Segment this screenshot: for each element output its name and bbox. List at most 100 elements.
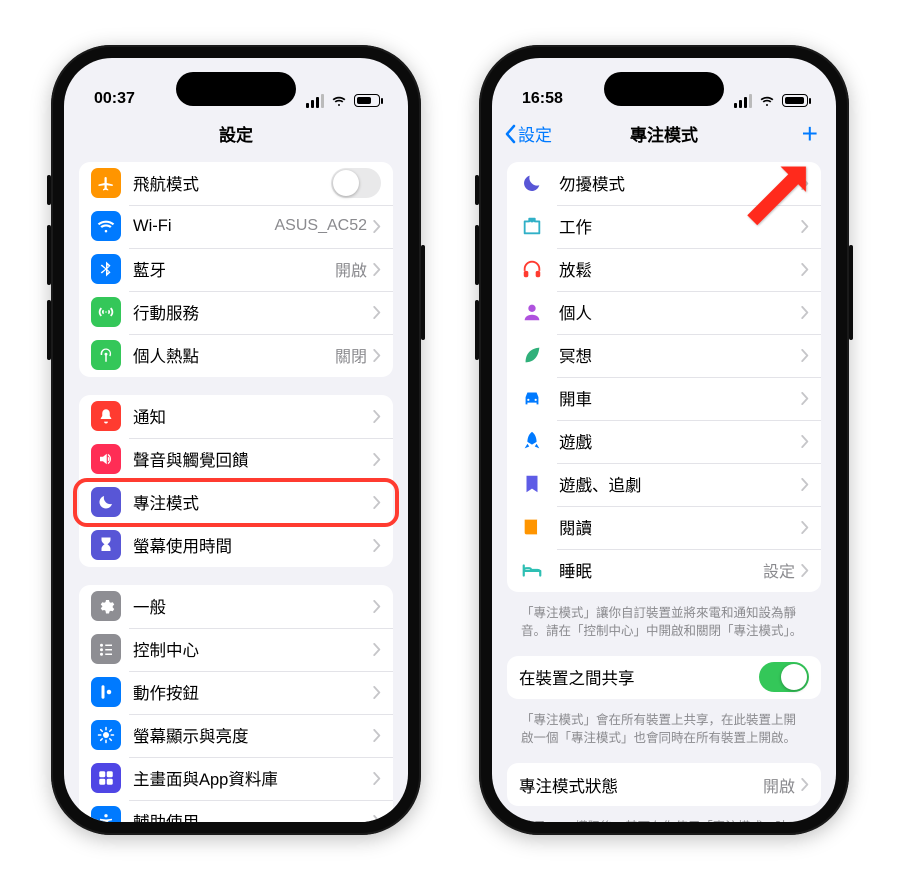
chevron-right-icon bbox=[373, 263, 381, 276]
row-airplane[interactable]: 飛航模式 bbox=[79, 162, 393, 205]
bluetooth-icon bbox=[91, 254, 121, 284]
row-hourglass[interactable]: 螢幕使用時間 bbox=[79, 524, 393, 567]
row-value: 關閉 bbox=[335, 343, 367, 367]
row-accessibility[interactable]: 輔助使用 bbox=[79, 800, 393, 822]
row-action[interactable]: 動作按鈕 bbox=[79, 671, 393, 714]
row-label: 螢幕顯示與亮度 bbox=[133, 723, 373, 747]
chevron-right-icon bbox=[373, 772, 381, 785]
row-label: 動作按鈕 bbox=[133, 680, 373, 704]
group-notifications: 通知 聲音與觸覺回饋 專注模式 螢幕使用時間 bbox=[79, 395, 393, 567]
screen-left: 00:37 設定 飛航模式 Wi-Fi ASUS_AC52 藍牙 開啟 行動服務 bbox=[64, 58, 408, 822]
battery-icon bbox=[782, 94, 808, 107]
status-time: 00:37 bbox=[94, 90, 135, 108]
chevron-right-icon bbox=[373, 600, 381, 613]
wifi-icon bbox=[91, 211, 121, 241]
chevron-right-icon bbox=[801, 306, 809, 319]
row-leaf[interactable]: 冥想 bbox=[507, 334, 821, 377]
action-icon bbox=[91, 677, 121, 707]
row-bluetooth[interactable]: 藍牙 開啟 bbox=[79, 248, 393, 291]
add-button[interactable]: + bbox=[802, 112, 818, 156]
chevron-right-icon bbox=[373, 349, 381, 362]
row-label: 睡眠 bbox=[559, 558, 763, 582]
row-value: 開啟 bbox=[763, 773, 795, 797]
row-bed[interactable]: 睡眠 設定 bbox=[507, 549, 821, 592]
red-arrow-annotation bbox=[709, 155, 819, 265]
briefcase-icon bbox=[519, 213, 545, 239]
group-connectivity: 飛航模式 Wi-Fi ASUS_AC52 藍牙 開啟 行動服務 個人熱點 關閉 bbox=[79, 162, 393, 377]
bookmark-icon bbox=[519, 471, 545, 497]
car-icon bbox=[519, 385, 545, 411]
row-wifi[interactable]: Wi-Fi ASUS_AC52 bbox=[79, 205, 393, 248]
row-moon[interactable]: 專注模式 bbox=[79, 481, 393, 524]
row-book[interactable]: 閱讀 bbox=[507, 506, 821, 549]
row-label: 螢幕使用時間 bbox=[133, 533, 373, 557]
chevron-right-icon bbox=[801, 435, 809, 448]
row-car[interactable]: 開車 bbox=[507, 377, 821, 420]
person-icon bbox=[519, 299, 545, 325]
chevron-right-icon bbox=[801, 778, 809, 791]
row-gear[interactable]: 一般 bbox=[79, 585, 393, 628]
row-label: 專注模式狀態 bbox=[519, 773, 763, 797]
row-bell[interactable]: 通知 bbox=[79, 395, 393, 438]
navbar: 設定 bbox=[64, 112, 408, 156]
hotspot-icon bbox=[91, 340, 121, 370]
row-label: 專注模式 bbox=[133, 490, 373, 514]
row-label: 通知 bbox=[133, 404, 373, 428]
airplane-icon bbox=[91, 168, 121, 198]
row-grid[interactable]: 主畫面與App資料庫 bbox=[79, 757, 393, 800]
row-label: 聲音與觸覺回饋 bbox=[133, 447, 373, 471]
row-label: 輔助使用 bbox=[133, 809, 373, 822]
row-label: 閱讀 bbox=[559, 515, 801, 539]
row-value: ASUS_AC52 bbox=[275, 217, 368, 235]
toggle-airplane[interactable] bbox=[331, 168, 381, 198]
chevron-right-icon bbox=[373, 686, 381, 699]
chevron-right-icon bbox=[373, 539, 381, 552]
chevron-right-icon bbox=[373, 815, 381, 822]
row-label: 飛航模式 bbox=[133, 171, 331, 195]
row-rocket[interactable]: 遊戲 bbox=[507, 420, 821, 463]
row-label: 冥想 bbox=[559, 343, 801, 367]
row-hotspot[interactable]: 個人熱點 關閉 bbox=[79, 334, 393, 377]
group-share: 在裝置之間共享 bbox=[507, 656, 821, 699]
control-icon bbox=[91, 634, 121, 664]
brightness-icon bbox=[91, 720, 121, 750]
row-label: 開車 bbox=[559, 386, 801, 410]
moon-icon bbox=[91, 487, 121, 517]
chevron-right-icon bbox=[801, 349, 809, 362]
cellular-icon bbox=[91, 297, 121, 327]
row-value: 開啟 bbox=[335, 257, 367, 281]
chevron-right-icon bbox=[801, 564, 809, 577]
chevron-right-icon bbox=[373, 410, 381, 423]
chevron-right-icon bbox=[373, 496, 381, 509]
row-share-across-devices[interactable]: 在裝置之間共享 bbox=[507, 656, 821, 699]
row-brightness[interactable]: 螢幕顯示與亮度 bbox=[79, 714, 393, 757]
phone-frame-left: 00:37 設定 飛航模式 Wi-Fi ASUS_AC52 藍牙 開啟 行動服務 bbox=[51, 45, 421, 835]
dynamic-island bbox=[176, 72, 296, 106]
back-button[interactable]: 設定 bbox=[504, 112, 552, 156]
row-focus-status[interactable]: 專注模式狀態 開啟 bbox=[507, 763, 821, 806]
back-label: 設定 bbox=[518, 121, 552, 146]
group-general: 一般 控制中心 動作按鈕 螢幕顯示與亮度 主畫面與App資料庫 輔助使用 bbox=[79, 585, 393, 822]
row-bookmark[interactable]: 遊戲、追劇 bbox=[507, 463, 821, 506]
row-label: 主畫面與App資料庫 bbox=[133, 766, 373, 790]
row-value: 設定 bbox=[763, 558, 795, 582]
toggle-share[interactable] bbox=[759, 662, 809, 692]
row-label: 在裝置之間共享 bbox=[519, 665, 759, 689]
row-cellular[interactable]: 行動服務 bbox=[79, 291, 393, 334]
headphones-icon bbox=[519, 256, 545, 282]
wifi-icon bbox=[758, 94, 776, 108]
row-label: 遊戲、追劇 bbox=[559, 472, 801, 496]
row-control[interactable]: 控制中心 bbox=[79, 628, 393, 671]
row-sound[interactable]: 聲音與觸覺回饋 bbox=[79, 438, 393, 481]
accessibility-icon bbox=[91, 806, 121, 822]
footer-note-1: 「專注模式」讓你自訂裝置並將來電和通知設為靜音。請在「控制中心」中開啟和關閉「專… bbox=[507, 600, 821, 640]
leaf-icon bbox=[519, 342, 545, 368]
wifi-icon bbox=[330, 94, 348, 108]
row-label: 藍牙 bbox=[133, 257, 335, 281]
chevron-right-icon bbox=[373, 729, 381, 742]
footer-note-2: 「專注模式」會在所有裝置上共享，在此裝置上開啟一個「專注模式」也會同時在所有裝置… bbox=[507, 707, 821, 747]
row-label: 個人熱點 bbox=[133, 343, 335, 367]
chevron-right-icon bbox=[801, 392, 809, 405]
page-title: 設定 bbox=[219, 121, 253, 146]
row-person[interactable]: 個人 bbox=[507, 291, 821, 334]
